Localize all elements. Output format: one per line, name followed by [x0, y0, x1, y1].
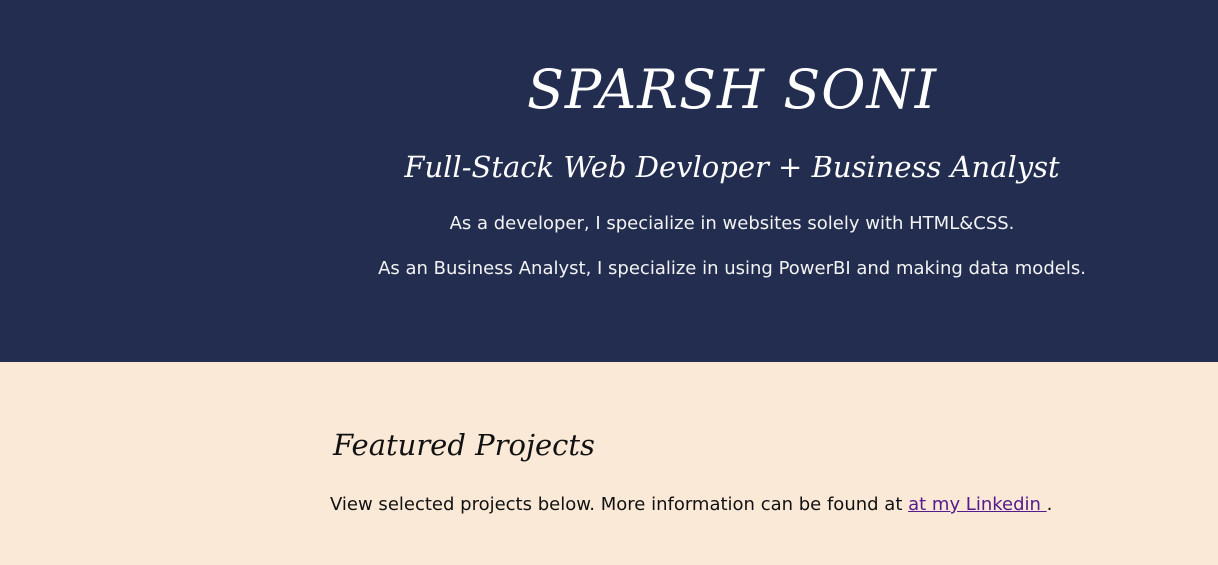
projects-description-text: View selected projects below. More infor… [330, 494, 909, 515]
featured-projects-section: Featured Projects View selected projects… [0, 362, 1218, 565]
hero-subtitle: Full-Stack Web Devloper + Business Analy… [404, 150, 1060, 184]
analyst-description: As an Business Analyst, I specialize in … [378, 258, 1086, 279]
hero-section: SPARSH SONI Full-Stack Web Devloper + Bu… [0, 0, 1218, 362]
projects-description-period: . [1046, 494, 1053, 515]
developer-description: As a developer, I specialize in websites… [449, 213, 1015, 234]
featured-projects-title: Featured Projects [333, 428, 595, 462]
hero-title: SPARSH SONI [526, 58, 938, 121]
featured-projects-description: View selected projects below. More infor… [330, 494, 1052, 516]
linkedin-link[interactable]: at my Linkedin [908, 494, 1047, 515]
